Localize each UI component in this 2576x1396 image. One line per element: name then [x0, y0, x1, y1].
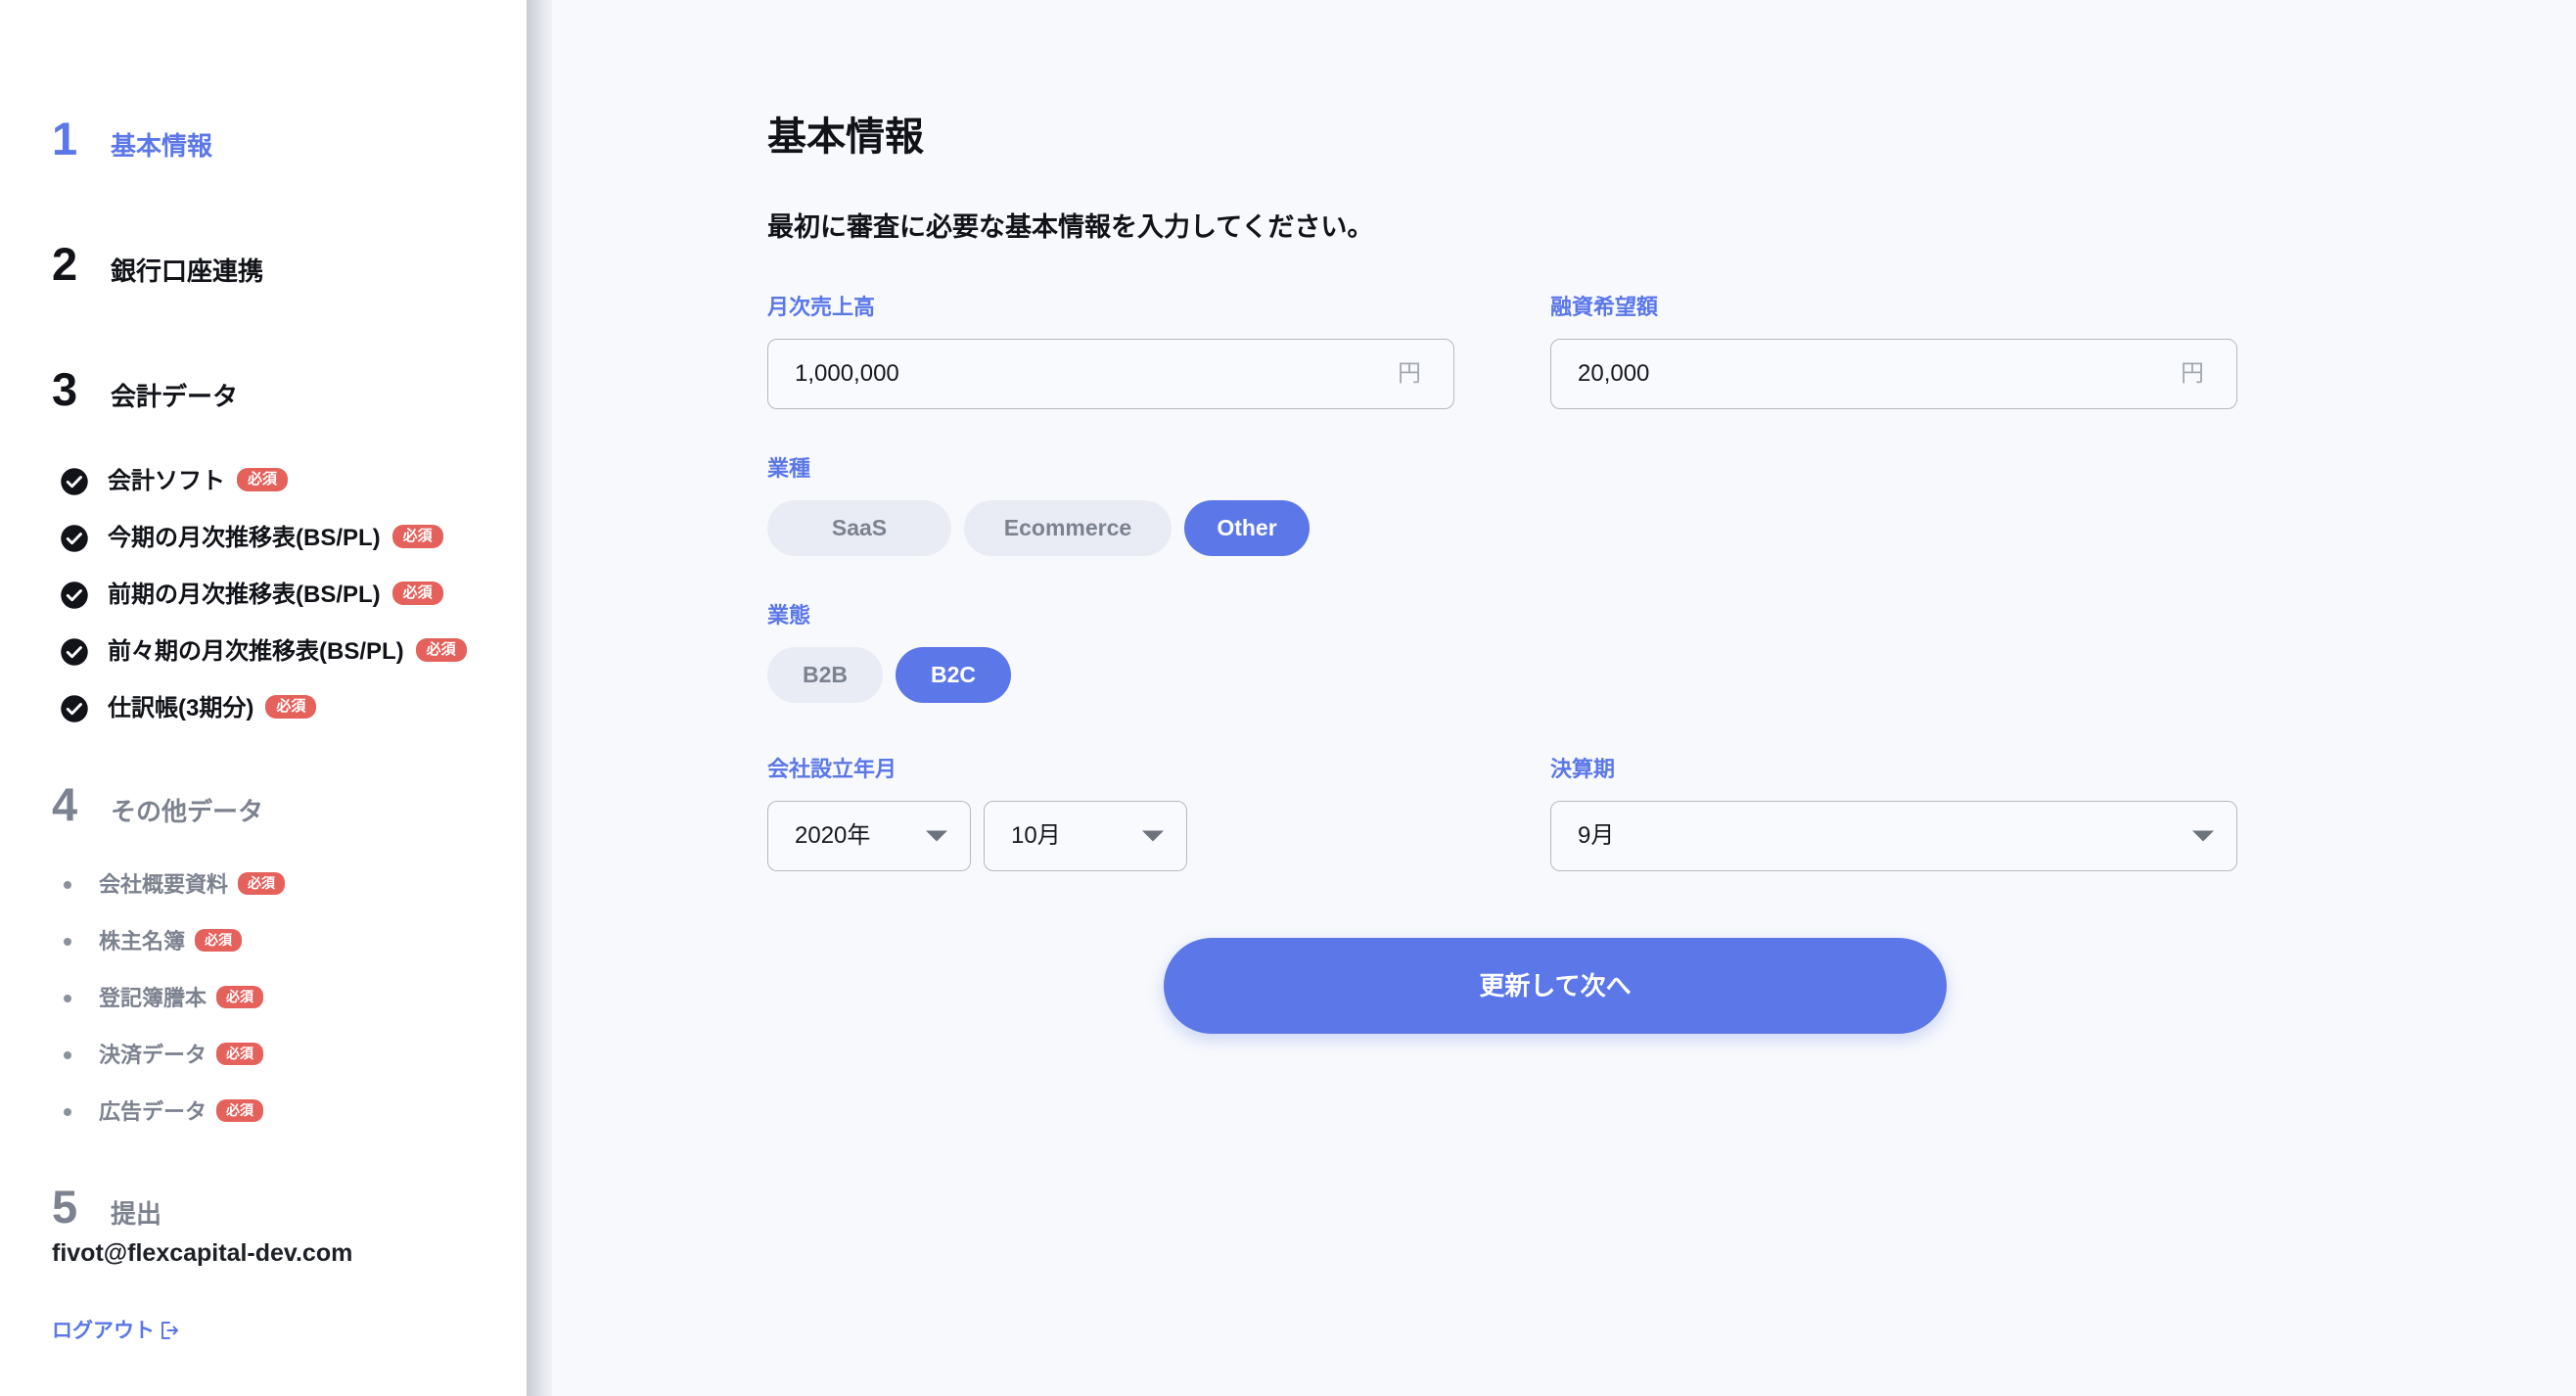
monthly-revenue-label: 月次売上高 — [767, 295, 876, 319]
check-circle-icon — [61, 695, 88, 722]
bullet-icon — [64, 1108, 71, 1116]
sidebar-step-3[interactable]: 3 会計データ — [52, 366, 527, 412]
business-model-options: B2B B2C — [767, 647, 2245, 703]
monthly-revenue-input[interactable] — [767, 339, 1454, 409]
business-model-option-b2c[interactable]: B2C — [896, 647, 1011, 703]
required-badge: 必須 — [216, 1042, 264, 1065]
sidebar-step-2[interactable]: 2 銀行口座連携 — [52, 241, 527, 287]
founded-date-field: 会社設立年月 2020年 10月 — [767, 759, 1454, 871]
sidebar-step-4[interactable]: 4 その他データ — [52, 781, 527, 827]
bullet-icon — [64, 995, 71, 1002]
required-badge: 必須 — [237, 468, 289, 491]
checklist-item[interactable]: 今期の月次推移表(BS/PL) 必須 — [60, 510, 527, 567]
required-badge: 必須 — [391, 582, 443, 605]
check-circle-icon — [61, 468, 88, 495]
loan-amount-label: 融資希望額 — [1550, 295, 1659, 319]
sidebar-step-3-label: 会計データ — [111, 382, 239, 411]
sign-out-icon — [161, 1322, 178, 1339]
checklist-item-label: 会計ソフト — [108, 468, 225, 494]
bullet-icon — [64, 938, 71, 946]
fiscal-year-end-field: 決算期 9月 — [1550, 759, 2237, 871]
loan-amount-field: 融資希望額 円 — [1550, 297, 2237, 409]
checklist-item[interactable]: 前々期の月次推移表(BS/PL) 必須 — [60, 624, 527, 680]
submit-button[interactable]: 更新して次へ — [1164, 938, 1947, 1034]
sidebar-step-4-label: その他データ — [111, 797, 264, 826]
sidebar-step-2-label: 銀行口座連携 — [111, 256, 264, 286]
bullet-icon — [64, 1051, 71, 1059]
page-title: 基本情報 — [767, 116, 924, 159]
sidebar-step-5[interactable]: 5 提出 — [52, 1184, 527, 1230]
list-item[interactable]: 株主名簿 必須 — [64, 913, 527, 970]
sidebar-step-1-label: 基本情報 — [111, 131, 213, 161]
required-badge: 必須 — [391, 525, 443, 548]
checklist-item[interactable]: 会計ソフト 必須 — [60, 453, 527, 510]
sidebar: 1 基本情報 2 銀行口座連携 3 会計データ 会計ソフト 必須 今期の月次推移… — [0, 0, 527, 1396]
list-item[interactable]: 決済データ 必須 — [64, 1027, 527, 1084]
monthly-revenue-field: 月次売上高 円 — [767, 297, 1454, 409]
sidebar-step-4-number: 4 — [52, 778, 78, 830]
industry-group: 業種 SaaS Ecommerce Other — [767, 458, 2245, 556]
checklist-item-label: 前期の月次推移表(BS/PL) — [108, 582, 381, 608]
list-item-label: 広告データ — [99, 1099, 207, 1124]
other-data-list: 会社概要資料 必須 株主名簿 必須 登記簿謄本 必須 決済データ 必須 広告デー — [52, 857, 527, 1140]
main-content: 基本情報 最初に審査に必要な基本情報を入力してください。 月次売上高 円 融資希… — [527, 0, 2576, 1396]
required-badge: 必須 — [238, 871, 286, 895]
list-item[interactable]: 登記簿謄本 必須 — [64, 970, 527, 1027]
check-circle-icon — [61, 582, 88, 609]
bullet-icon — [64, 881, 71, 889]
checklist-item[interactable]: 仕訳帳(3期分) 必須 — [60, 680, 527, 737]
sidebar-step-2-number: 2 — [52, 238, 78, 290]
fiscal-year-end-select[interactable]: 9月 — [1550, 801, 2237, 871]
fiscal-year-end-label: 決算期 — [1550, 757, 1616, 781]
page-subtitle: 最初に審査に必要な基本情報を入力してください。 — [767, 212, 1374, 242]
industry-option-other[interactable]: Other — [1184, 500, 1310, 556]
required-badge: 必須 — [415, 638, 467, 662]
founded-month-select[interactable]: 10月 — [984, 801, 1187, 871]
business-model-group: 業態 B2B B2C — [767, 605, 2245, 703]
sidebar-step-3-number: 3 — [52, 363, 78, 415]
list-item[interactable]: 会社概要資料 必須 — [64, 857, 527, 913]
industry-label: 業種 — [767, 456, 811, 481]
accounting-data-checklist: 会計ソフト 必須 今期の月次推移表(BS/PL) 必須 前期の月次推移表(BS/… — [52, 453, 527, 737]
sidebar-edge-shadow — [527, 0, 552, 1396]
required-badge: 必須 — [195, 928, 243, 952]
amount-fields-row: 月次売上高 円 融資希望額 円 — [767, 297, 2245, 409]
checklist-item-label: 前々期の月次推移表(BS/PL) — [108, 638, 404, 665]
check-circle-icon — [61, 638, 88, 666]
required-badge: 必須 — [265, 695, 317, 719]
business-model-option-b2b[interactable]: B2B — [767, 647, 883, 703]
business-model-label: 業態 — [767, 603, 811, 628]
required-badge: 必須 — [216, 1098, 264, 1122]
checklist-item-label: 仕訳帳(3期分) — [108, 695, 254, 721]
list-item-label: 株主名簿 — [99, 929, 186, 954]
industry-options: SaaS Ecommerce Other — [767, 500, 2245, 556]
logout-link[interactable]: ログアウト — [52, 1319, 180, 1342]
date-fields-row: 会社設立年月 2020年 10月 決算期 9月 — [767, 759, 2245, 871]
industry-option-saas[interactable]: SaaS — [767, 500, 951, 556]
checklist-item[interactable]: 前期の月次推移表(BS/PL) 必須 — [60, 567, 527, 624]
list-item-label: 会社概要資料 — [99, 872, 229, 897]
founded-year-select[interactable]: 2020年 — [767, 801, 971, 871]
loan-amount-input[interactable] — [1550, 339, 2237, 409]
submit-row: 更新して次へ — [767, 938, 2245, 1034]
list-item-label: 決済データ — [99, 1043, 207, 1067]
sidebar-step-5-label: 提出 — [111, 1199, 162, 1229]
sidebar-step-1-number: 1 — [52, 113, 78, 164]
user-email: fivot@flexcapital-dev.com — [52, 1239, 353, 1267]
founded-date-label: 会社設立年月 — [767, 757, 897, 781]
list-item-label: 登記簿謄本 — [99, 986, 207, 1010]
logout-label: ログアウト — [52, 1319, 155, 1342]
sidebar-step-1[interactable]: 1 基本情報 — [52, 116, 527, 162]
checklist-item-label: 今期の月次推移表(BS/PL) — [108, 525, 381, 551]
sidebar-step-5-number: 5 — [52, 1181, 78, 1233]
check-circle-icon — [61, 525, 88, 552]
list-item[interactable]: 広告データ 必須 — [64, 1084, 527, 1140]
required-badge: 必須 — [216, 985, 264, 1008]
industry-option-ecommerce[interactable]: Ecommerce — [964, 500, 1172, 556]
